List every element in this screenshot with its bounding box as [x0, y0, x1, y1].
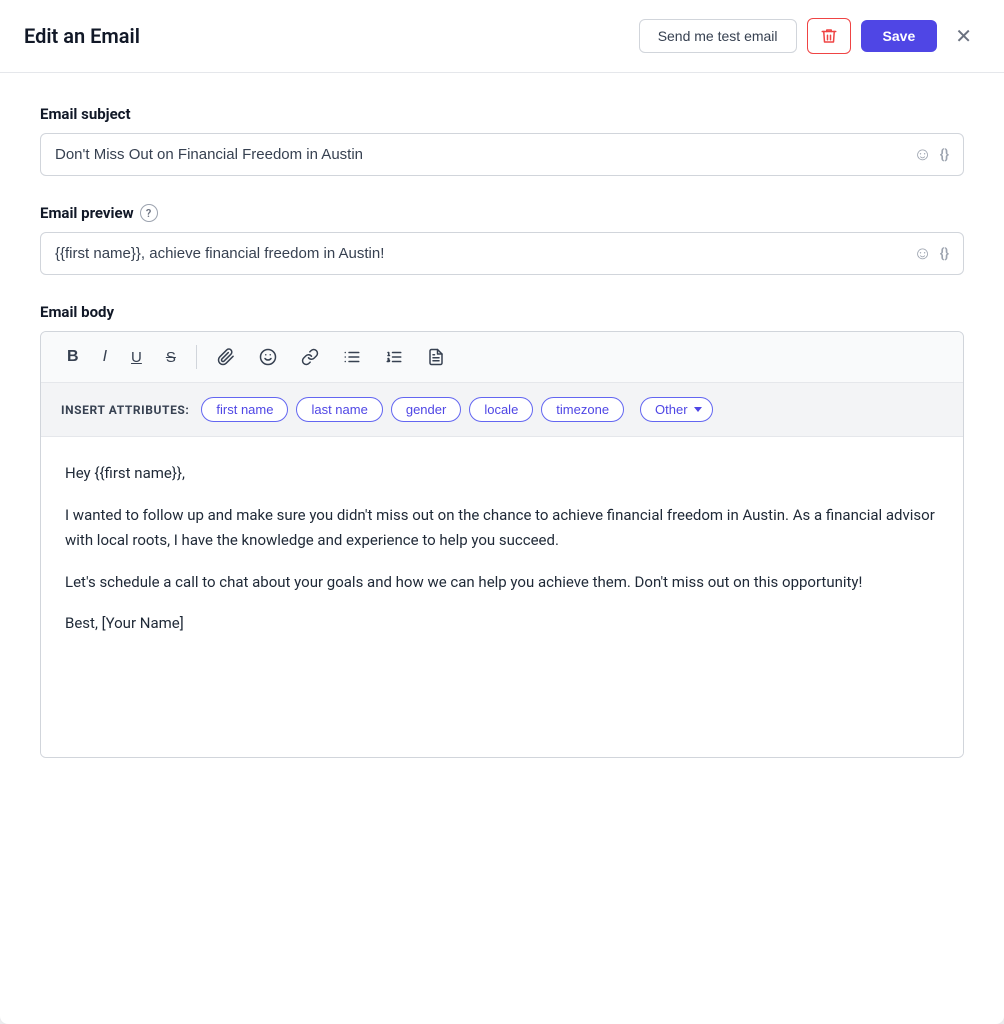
email-subject-section: Email subject ☺ {}: [40, 105, 964, 176]
attr-first-name[interactable]: first name: [201, 397, 288, 422]
preview-code-icon[interactable]: {}: [940, 246, 949, 262]
unordered-list-icon: [343, 348, 361, 366]
insert-attributes-bar: INSERT ATTRIBUTES: first name last name …: [41, 383, 963, 437]
body-line-2: I wanted to follow up and make sure you …: [65, 503, 939, 554]
emoji-toolbar-button[interactable]: [249, 342, 287, 372]
body-line-4: Best, [Your Name]: [65, 611, 939, 637]
email-preview-input[interactable]: [55, 245, 905, 262]
bold-button[interactable]: B: [57, 342, 89, 372]
paperclip-icon: [217, 348, 235, 366]
attr-locale[interactable]: locale: [469, 397, 533, 422]
other-label: Other: [655, 402, 688, 417]
help-icon[interactable]: ?: [140, 204, 158, 222]
editor-container: B I U S: [40, 331, 964, 758]
header-actions: Send me test email Save ✕: [639, 18, 980, 54]
underline-button[interactable]: U: [121, 343, 152, 372]
chevron-down-icon: [694, 407, 702, 412]
ordered-list-button[interactable]: [375, 342, 413, 372]
body-line-3: Let's schedule a call to chat about your…: [65, 570, 939, 596]
delete-button[interactable]: [807, 18, 851, 54]
emoji-icon[interactable]: ☺: [913, 144, 931, 165]
email-body-section: Email body B I U S: [40, 303, 964, 758]
attr-gender[interactable]: gender: [391, 397, 461, 422]
strikethrough-button[interactable]: S: [156, 343, 186, 372]
attr-other-dropdown[interactable]: Other: [640, 397, 713, 422]
attr-last-name[interactable]: last name: [296, 397, 382, 422]
email-preview-label: Email preview ?: [40, 204, 964, 222]
body-line-1: Hey {{first name}},: [65, 461, 939, 487]
smiley-icon: [259, 348, 277, 366]
email-preview-input-wrapper: ☺ {}: [40, 232, 964, 275]
modal-title: Edit an Email: [24, 24, 140, 48]
save-button[interactable]: Save: [861, 20, 938, 52]
editor-toolbar: B I U S: [41, 332, 963, 383]
unordered-list-button[interactable]: [333, 342, 371, 372]
italic-button[interactable]: I: [93, 342, 117, 372]
email-subject-input-wrapper: ☺ {}: [40, 133, 964, 176]
preview-emoji-icon[interactable]: ☺: [913, 243, 931, 264]
insert-attributes-label: INSERT ATTRIBUTES:: [61, 403, 189, 417]
email-preview-section: Email preview ? ☺ {}: [40, 204, 964, 275]
modal-body: Email subject ☺ {} Email preview ? ☺ {} …: [0, 73, 1004, 790]
close-button[interactable]: ✕: [947, 20, 980, 53]
link-icon: [301, 348, 319, 366]
attachment-button[interactable]: [207, 342, 245, 372]
attr-timezone[interactable]: timezone: [541, 397, 624, 422]
toolbar-divider-1: [196, 345, 197, 369]
email-body-label: Email body: [40, 303, 964, 321]
email-subject-input[interactable]: [55, 146, 905, 163]
file-icon: [427, 348, 445, 366]
trash-icon: [820, 27, 838, 45]
email-subject-label: Email subject: [40, 105, 964, 123]
ordered-list-icon: [385, 348, 403, 366]
insert-file-button[interactable]: [417, 342, 455, 372]
code-icon[interactable]: {}: [940, 147, 949, 163]
editor-content[interactable]: Hey {{first name}}, I wanted to follow u…: [41, 437, 963, 757]
edit-email-modal: Edit an Email Send me test email Save ✕ …: [0, 0, 1004, 1024]
modal-header: Edit an Email Send me test email Save ✕: [0, 0, 1004, 73]
link-button[interactable]: [291, 342, 329, 372]
send-test-email-button[interactable]: Send me test email: [639, 19, 797, 53]
